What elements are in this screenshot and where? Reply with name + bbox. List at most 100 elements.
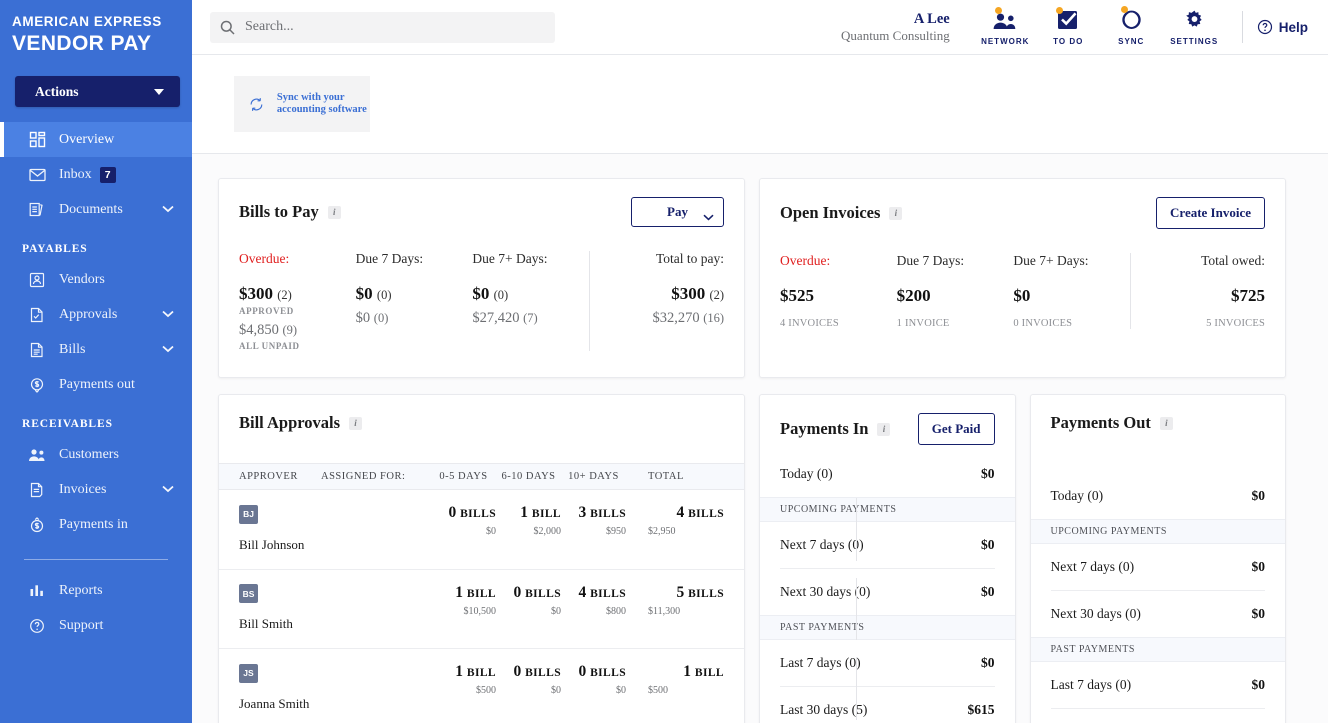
bill-count: 0 — [513, 663, 522, 680]
summary-primary-count: (2) — [709, 288, 725, 302]
column-header-0-5-days: 0-5 DAYS — [439, 471, 488, 482]
summary-label: Overdue: — [780, 253, 831, 268]
info-icon[interactable]: i — [327, 205, 341, 219]
bill-amount: $950 — [606, 526, 626, 537]
payments-out-last-30-row[interactable]: Last 30 days (6) $2,605 — [1031, 709, 1286, 723]
payments-out-next-7-row[interactable]: Next 7 days (0) $0 — [1031, 544, 1286, 590]
dashboard-row-1: Bills to Pay i Pay Overdue: $300 (2) APP… — [218, 178, 1286, 378]
sidebar-item-approvals[interactable]: Approvals — [0, 297, 192, 332]
user-info[interactable]: A Lee Quantum Consulting — [841, 10, 950, 44]
bill-amount: $0 — [616, 685, 626, 696]
actions-button[interactable]: Actions — [15, 76, 180, 107]
table-header-row: APPROVER ASSIGNED FOR: 0-5 DAYS 6-10 DAY… — [219, 463, 744, 490]
approver-cell: JS Joanna Smith — [239, 663, 321, 712]
sync-strip: Sync with your accounting software — [192, 55, 1328, 154]
get-paid-button[interactable]: Get Paid — [917, 413, 995, 445]
sidebar-item-label: Invoices — [59, 481, 107, 497]
bill-count: 1 — [455, 583, 464, 601]
cell-6-10-days: 1 BILL $2,000 — [496, 504, 561, 537]
summary-label: Due 7 Days: — [896, 253, 965, 268]
info-icon[interactable]: i — [877, 422, 891, 436]
row-amount: $0 — [981, 584, 995, 599]
payments-in-today-row[interactable]: Today (0) $0 — [760, 451, 1015, 497]
search-icon — [220, 20, 235, 35]
brand-logo: AMERICAN EXPRESS VENDOR PAY — [0, 0, 192, 68]
checkbox-icon — [1056, 7, 1079, 31]
info-icon[interactable]: i — [889, 206, 903, 220]
chevron-down-icon[interactable] — [162, 307, 174, 323]
topbar-sync-button[interactable]: SYNC — [1100, 6, 1163, 46]
row-amount: $0 — [1251, 488, 1266, 503]
sidebar-item-bills[interactable]: Bills — [0, 332, 192, 367]
payments-in-last-30-row[interactable]: Last 30 days (5) $615 — [760, 687, 1015, 723]
sidebar-item-invoices[interactable]: Invoices — [0, 472, 192, 507]
summary-col-due7plus: Due 7+ Days: $0 0 INVOICES — [1013, 253, 1130, 329]
topbar-network-button[interactable]: NETWORK — [974, 7, 1037, 46]
sidebar-item-overview[interactable]: Overview — [0, 122, 192, 157]
summary-label: Due 7+ Days: — [472, 251, 548, 266]
help-button[interactable]: Help — [1257, 19, 1308, 35]
payments-in-next-7-row[interactable]: Next 7 days (0) $0 — [760, 522, 1015, 568]
summary-amount: $525 — [780, 286, 814, 305]
column-header-10-plus-days: 10+ DAYS — [568, 471, 619, 482]
summary-primary: $300 (2) — [239, 284, 356, 304]
payments-in-next-30-row[interactable]: Next 30 days (0) $0 — [760, 569, 1015, 615]
summary-col-total: Total to pay: $300 (2) $32,270 (16) — [589, 251, 724, 351]
topbar-todo-button[interactable]: TO DO — [1037, 7, 1100, 46]
table-row[interactable]: BS Bill Smith 1 BILL $10,500 0 BILLS $0 … — [219, 570, 857, 649]
chevron-down-icon[interactable] — [162, 482, 174, 498]
summary-primary-amount: $0 — [355, 284, 373, 303]
sidebar-item-label: Inbox — [59, 166, 92, 182]
summary-secondary-amount: $27,420 — [472, 310, 520, 326]
summary-primary: $300 (2) — [604, 284, 724, 304]
info-icon[interactable]: i — [1159, 416, 1173, 430]
row-label: Today (0) — [1050, 488, 1104, 503]
topbar-settings-button[interactable]: SETTINGS — [1163, 8, 1226, 46]
sidebar-item-customers[interactable]: Customers — [0, 437, 192, 472]
row-divider — [856, 498, 857, 561]
search-placeholder: Search... — [245, 19, 294, 34]
sidebar-item-payments-out[interactable]: Payments out — [0, 367, 192, 402]
sidebar-item-label: Approvals — [59, 306, 118, 322]
money-in-icon — [28, 516, 46, 534]
chevron-down-icon[interactable] — [162, 202, 174, 218]
info-icon[interactable]: i — [349, 416, 363, 430]
table-row[interactable]: JS Joanna Smith 1 BILL $500 0 BILLS $0 0… — [219, 649, 857, 723]
documents-icon — [28, 201, 46, 219]
cell-6-10-days: 0 BILLS $0 — [496, 584, 561, 617]
summary-primary-count: (2) — [277, 288, 292, 302]
bills-to-pay-header: Bills to Pay i Pay — [219, 179, 744, 227]
sidebar-item-reports[interactable]: Reports — [0, 573, 192, 608]
sidebar-item-support[interactable]: Support — [0, 608, 192, 643]
question-circle-icon — [1257, 19, 1272, 35]
create-invoice-button[interactable]: Create Invoice — [1156, 197, 1265, 229]
search-input[interactable]: Search... — [210, 11, 555, 43]
payments-in-last-7-row[interactable]: Last 7 days (0) $0 — [760, 640, 1015, 686]
summary-amount: $200 — [896, 286, 931, 305]
payments-out-today-row[interactable]: Today (0) $0 — [1031, 473, 1286, 519]
bills-to-pay-summary: Overdue: $300 (2) APPROVED $4,850 (9) AL… — [219, 227, 744, 377]
payments-in-header: Payments In i Get Paid — [760, 395, 1015, 451]
help-label: Help — [1278, 19, 1308, 35]
sidebar-item-inbox[interactable]: Inbox 7 — [0, 157, 192, 192]
payments-in-past-header: PAST PAYMENTS — [760, 615, 1015, 640]
row-amount: $0 — [1251, 559, 1266, 574]
cell-total: 1 BILL $500 — [626, 663, 724, 696]
sidebar-item-documents[interactable]: Documents — [0, 192, 192, 227]
summary-col-overdue: Overdue: $300 (2) APPROVED $4,850 (9) AL… — [239, 251, 356, 351]
sync-accounting-card[interactable]: Sync with your accounting software — [234, 76, 370, 132]
table-row[interactable]: BJ Bill Johnson 0 BILLS $0 1 BILL $2,000… — [219, 490, 857, 570]
payments-out-last-7-row[interactable]: Last 7 days (0) $0 — [1031, 662, 1286, 708]
sidebar-item-label: Vendors — [59, 271, 105, 287]
sidebar-item-payments-in[interactable]: Payments in — [0, 507, 192, 542]
summary-primary-amount: $300 — [239, 284, 273, 303]
column-header-assigned-for: ASSIGNED FOR: — [321, 471, 406, 482]
payments-out-next-30-row[interactable]: Next 30 days (0) $0 — [1031, 591, 1286, 637]
pay-dropdown[interactable]: Pay — [631, 197, 724, 227]
sidebar-item-vendors[interactable]: Vendors — [0, 262, 192, 297]
chevron-down-icon[interactable] — [162, 342, 174, 358]
summary-secondary: $4,850 (9) — [239, 322, 356, 339]
summary-col-overdue: Overdue: $525 4 INVOICES — [780, 253, 897, 329]
summary-primary-amount: $300 — [671, 284, 706, 303]
row-label: Next 7 days (0) — [780, 537, 864, 552]
